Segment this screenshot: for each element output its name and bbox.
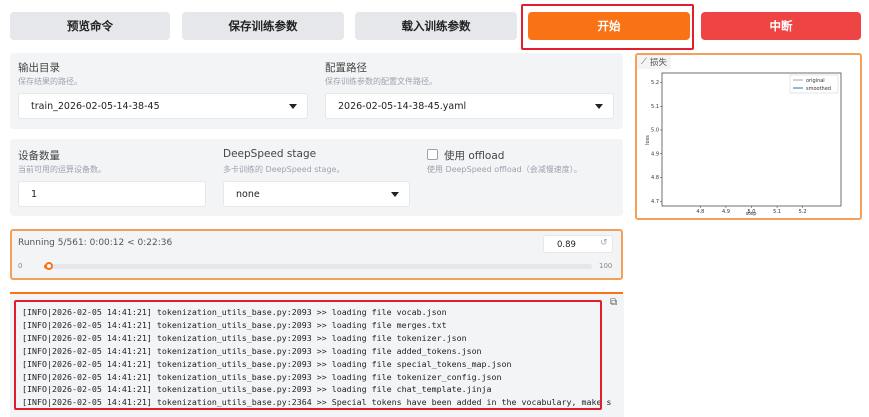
legend: original smoothed [789,74,839,94]
device-count-label: 设备数量 [18,150,60,162]
y-tick-label: 4.9 [651,151,659,157]
reset-icon[interactable]: ↺ [600,238,608,248]
offload-label: 使用 offload [444,150,505,162]
progress-max: 100 [599,262,613,270]
progress-panel [10,229,623,280]
preview-command-button[interactable]: 预览命令 [10,12,170,40]
loss-tab-label: 损失 [649,58,667,68]
output-dir-select[interactable]: train_2026-02-05-14-38-45 [18,93,308,119]
stop-button[interactable]: 中断 [701,12,861,40]
start-button-highlight [521,4,694,50]
deepspeed-value: none [236,188,260,200]
y-tick-label: 5.2 [651,80,659,86]
x-tick-label: 5.2 [799,209,807,215]
deepspeed-hint: 多卡训练的 DeepSpeed stage。 [223,165,345,174]
x-axis-label: step [746,211,757,216]
deepspeed-select[interactable]: none [223,181,410,207]
config-path-select[interactable]: 2026-02-05-14-38-45.yaml [325,93,614,119]
x-tick-label: 4.8 [696,209,704,215]
chevron-down-icon [289,104,297,109]
config-path-label: 配置路径 [325,62,367,74]
x-tick-label: 5.1 [773,209,781,215]
progress-status: Running 5/561: 0:00:12 < 0:22:36 [18,238,173,248]
progress-value-input[interactable]: 0.89 ↺ [543,235,613,253]
device-count-value: 1 [31,188,38,200]
chart-icon: ⟋ [641,57,647,67]
chevron-down-icon [595,104,603,109]
offload-hint: 使用 DeepSpeed offload（会减慢速度）。 [427,165,582,174]
output-dir-label: 输出目录 [18,62,60,74]
progress-min: 0 [18,262,23,270]
y-tick-label: 5.0 [651,128,659,134]
offload-checkbox[interactable] [427,149,438,160]
output-dir-hint: 保存结果的路径。 [18,77,82,86]
progress-slider-thumb[interactable] [44,262,53,270]
save-params-button[interactable]: 保存训练参数 [182,12,344,40]
load-params-button[interactable]: 载入训练参数 [355,12,517,40]
y-axis-label: loss [645,135,651,145]
output-dir-value: train_2026-02-05-14-38-45 [31,100,160,112]
device-count-input[interactable]: 1 [18,181,206,207]
device-count-hint: 当前可用的运算设备数。 [18,165,106,174]
progress-track [44,264,592,269]
loss-tab: ⟋ 损失 [637,55,671,69]
y-tick-label: 5.1 [651,104,659,110]
log-highlight [14,300,602,410]
progress-value: 0.89 [557,240,576,250]
config-path-value: 2026-02-05-14-38-45.yaml [338,100,467,112]
chevron-down-icon [391,192,399,197]
legend-smoothed: smoothed [806,86,831,92]
y-tick-label: 4.8 [651,175,659,181]
legend-original: original [806,78,825,84]
x-tick-label: 4.9 [722,209,730,215]
loss-chart: 4.8 4.9 5.0 5.1 5.25.25.15.04.94.84.7 step l… [645,72,842,216]
deepspeed-label: DeepSpeed stage [223,148,317,160]
config-path-hint: 保存训练参数的配置文件路径。 [325,77,437,86]
y-tick-label: 4.7 [651,199,659,205]
